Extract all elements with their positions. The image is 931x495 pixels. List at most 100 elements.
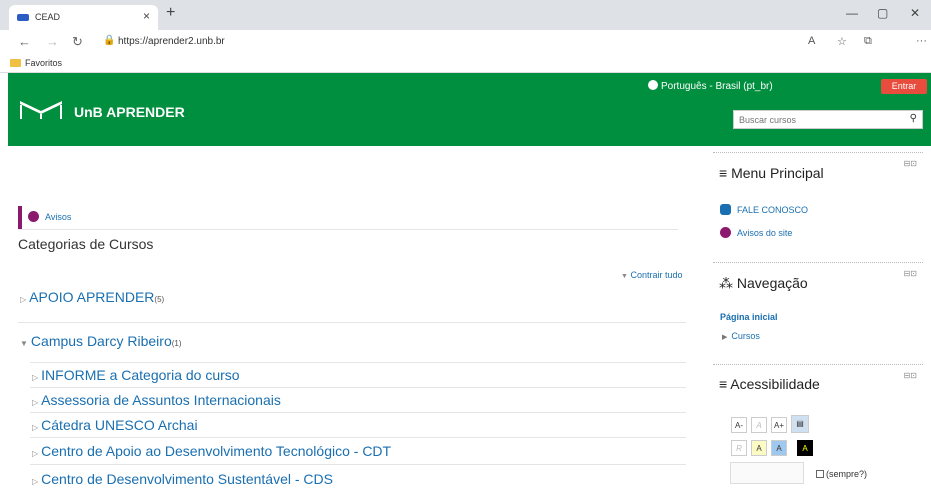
expand-arrow-icon: ▷ [20, 295, 27, 304]
url-text: https://aprender2.unb.br [118, 36, 225, 47]
subcategory-item[interactable]: ▷ Centro de Apoio ao Desenvolvimento Tecn… [32, 443, 391, 459]
category-campus-darcy[interactable]: ▼ Campus Darcy Ribeiro(1) [20, 333, 182, 349]
language-label: Português - Brasil (pt_br) [661, 81, 773, 92]
collapse-arrow-icon: ▼ [20, 339, 28, 348]
divider [30, 412, 686, 413]
favorites-folder[interactable]: Favoritos [25, 58, 62, 68]
category-name: Campus Darcy Ribeiro [30, 333, 172, 349]
main-menu-title: Menu Principal [731, 165, 824, 181]
avisos-do-site-label: Avisos do site [737, 228, 793, 238]
save-settings-icon[interactable]: ▤ [791, 415, 809, 433]
avisos-link[interactable]: Avisos [28, 211, 71, 222]
caret-down-icon: ▼ [621, 273, 628, 280]
globe-icon [648, 80, 658, 90]
tab-close-icon[interactable]: × [143, 9, 150, 23]
expand-arrow-icon: ▷ [32, 398, 39, 407]
dark-theme-button[interactable]: A [797, 440, 813, 456]
always-label: (sempre?) [826, 469, 868, 479]
forum-icon [28, 211, 39, 222]
accessibility-title: Acessibilidade [730, 376, 820, 392]
block-controls-icon[interactable]: ⊟⊡ [904, 371, 917, 380]
subcategory-name: Centro de Apoio ao Desenvolvimento Tecno… [41, 443, 392, 459]
language-selector[interactable]: Português - Brasil (pt_br) [648, 80, 773, 92]
address-toolbar: ← → ↻ 🔒 https://aprender2.unb.br A ☆ ⧉ ·… [0, 30, 931, 78]
browser-tab[interactable]: CEAD × [9, 5, 158, 30]
reset-font-button[interactable]: A [751, 417, 767, 433]
increase-font-button[interactable]: A+ [771, 417, 787, 433]
site-brand[interactable]: UnB APRENDER [74, 104, 185, 120]
blue-theme-button[interactable]: A [771, 440, 787, 456]
collections-icon[interactable]: ⧉ [864, 35, 872, 48]
unb-logo[interactable] [20, 101, 62, 119]
category-name: APOIO APRENDER [29, 289, 155, 305]
navigation-title: Navegação [736, 275, 808, 291]
expand-arrow-icon: ▷ [32, 477, 39, 486]
lock-icon: 🔒 [103, 35, 116, 46]
course-count: (1) [171, 339, 182, 348]
fale-conosco-link[interactable]: FALE CONOSCO [720, 204, 808, 215]
divider [30, 464, 686, 465]
tab-title: CEAD [35, 12, 61, 22]
favorites-star-icon[interactable]: ☆ [837, 35, 847, 48]
block-controls-icon[interactable]: ⊟⊡ [904, 269, 917, 278]
atbar-launcher[interactable] [730, 462, 804, 484]
course-count: (5) [154, 295, 165, 304]
collapse-all-link[interactable]: ▼ Contrair tudo [621, 270, 682, 280]
search-input[interactable] [734, 111, 899, 128]
url-field[interactable]: 🔒 https://aprender2.unb.br [93, 33, 868, 51]
subcategory-name: INFORME a Categoria do curso [41, 367, 240, 383]
subcategory-name: Cátedra UNESCO Archai [41, 417, 198, 433]
course-search: ⚲ [733, 110, 923, 129]
expand-arrow-icon: ▷ [32, 423, 39, 432]
forward-icon[interactable]: → [46, 34, 59, 49]
window-close-icon[interactable]: ✕ [910, 6, 920, 20]
chat-icon [720, 204, 731, 215]
categories-title: Categorias de Cursos [18, 236, 154, 252]
expand-arrow-icon: ▷ [32, 449, 39, 458]
divider [30, 362, 686, 363]
block-controls-icon[interactable]: ⊟⊡ [904, 159, 917, 168]
home-link[interactable]: Página inicial [720, 312, 778, 322]
maximize-icon[interactable]: ▢ [877, 6, 888, 20]
subcategory-item[interactable]: ▷ Centro de Desenvolvimento Sustentável -… [32, 471, 333, 487]
divider [30, 387, 686, 388]
more-menu-icon[interactable]: ··· [916, 35, 927, 47]
block-title: ≡ Acessibilidade [719, 376, 820, 392]
courses-label: Cursos [731, 331, 760, 341]
avisos-label: Avisos [45, 212, 72, 222]
collapse-all-label: Contrair tudo [630, 270, 683, 280]
subcategory-item[interactable]: ▷ INFORME a Categoria do curso [32, 367, 240, 383]
subcategory-name: Assessoria de Assuntos Internacionais [41, 392, 281, 408]
site-favicon-icon [17, 14, 29, 21]
login-button[interactable]: Entrar [881, 79, 927, 94]
checkbox-icon [816, 470, 824, 478]
divider [18, 322, 686, 323]
forum-icon [720, 227, 731, 238]
back-icon[interactable]: ← [18, 34, 31, 49]
yellow-theme-button[interactable]: A [751, 440, 767, 456]
block-title: ⁂ Navegação [719, 275, 808, 291]
subcategory-item[interactable]: ▷ Cátedra UNESCO Archai [32, 417, 198, 433]
reset-colour-button[interactable]: R [731, 440, 747, 456]
divider [30, 437, 686, 438]
search-icon[interactable]: ⚲ [910, 113, 917, 124]
refresh-icon[interactable]: ↻ [72, 34, 83, 50]
subcategory-item[interactable]: ▷ Assessoria de Assuntos Internacionais [32, 392, 281, 408]
browser-tab-bar: CEAD × + — ▢ ✕ [0, 0, 931, 30]
courses-link[interactable]: ▶ Cursos [722, 331, 760, 341]
subcategory-name: Centro de Desenvolvimento Sustentável - … [41, 471, 333, 487]
fale-conosco-label: FALE CONOSCO [737, 205, 809, 215]
minimize-icon[interactable]: — [846, 6, 858, 20]
category-apoio-aprender[interactable]: ▷ APOIO APRENDER(5) [20, 289, 164, 305]
folder-icon [10, 59, 21, 67]
read-aloud-icon[interactable]: A [808, 35, 815, 47]
expand-arrow-icon: ▷ [32, 373, 39, 382]
decrease-font-button[interactable]: A- [731, 417, 747, 433]
expand-arrow-icon: ▶ [722, 334, 728, 341]
always-checkbox[interactable]: (sempre?) [816, 469, 867, 479]
new-tab-button[interactable]: + [166, 4, 175, 22]
avisos-do-site-link[interactable]: Avisos do site [720, 227, 792, 238]
divider [18, 229, 678, 230]
site-header: Português - Brasil (pt_br) Entrar UnB AP… [8, 73, 931, 146]
avisos-accent-bar [18, 206, 22, 230]
